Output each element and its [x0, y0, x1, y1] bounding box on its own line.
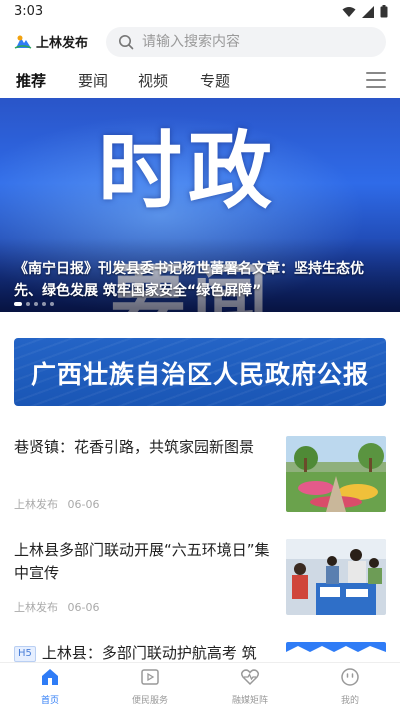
news-source: 上林发布 [14, 498, 58, 511]
play-square-icon [141, 669, 159, 685]
banner-caption[interactable]: 《南宁日报》刊发县委书记杨世蕾署名文章：坚持生态优先、绿色发展 筑牢国家安全“绿… [14, 258, 388, 302]
battery-icon [380, 5, 388, 18]
home-icon [42, 669, 58, 685]
news-item[interactable]: H5 上林县：多部门联动护航高考 筑 [14, 642, 386, 662]
top-bar: 上林发布 [0, 24, 400, 60]
search-bar[interactable] [106, 27, 386, 57]
nav-media-matrix[interactable]: 融媒矩阵 [200, 663, 300, 712]
news-meta: 上林发布 06-06 [14, 599, 99, 615]
nav-home[interactable]: 首页 [0, 663, 100, 712]
nav-services[interactable]: 便民服务 [100, 663, 200, 712]
carousel-dot [14, 302, 22, 306]
news-thumbnail [286, 642, 386, 662]
news-meta: 上林发布 06-06 [14, 496, 99, 512]
search-icon [119, 35, 134, 50]
signal-icon [362, 5, 374, 18]
status-time: 3:03 [14, 4, 44, 19]
carousel-dot [42, 302, 46, 306]
h5-badge: H5 [14, 646, 36, 662]
garden-photo [286, 436, 386, 512]
news-date: 06-06 [67, 601, 100, 614]
menu-line-icon [366, 86, 386, 88]
news-title-text: 上林县：多部门联动护航高考 筑 [41, 644, 257, 662]
search-input[interactable] [142, 32, 372, 52]
exam-poster-image [286, 642, 386, 662]
nav-profile[interactable]: 我的 [300, 663, 400, 712]
menu-line-icon [366, 72, 386, 74]
news-item[interactable]: 巷贤镇：花香引路，共筑家园新图景 上林发布 06-06 [14, 436, 386, 512]
heart-pulse-icon [240, 669, 260, 686]
news-title: 上林县多部门联动开展“六五环境日”集中宣传 [14, 541, 270, 582]
menu-line-icon [366, 79, 386, 81]
smile-face-icon [341, 668, 359, 686]
logo-text: 上林发布 [36, 36, 89, 51]
status-icons [342, 5, 388, 18]
tab-headlines[interactable]: 要闻 [78, 70, 108, 91]
carousel-indicator [14, 302, 54, 306]
news-source: 上林发布 [14, 601, 58, 614]
carousel-dot [26, 302, 30, 306]
status-bar: 3:03 [0, 0, 400, 24]
tab-video[interactable]: 视频 [138, 70, 168, 91]
nav-label: 融媒矩阵 [231, 696, 268, 706]
gazette-banner[interactable]: 广西壮族自治区人民政府公报 [14, 338, 386, 406]
bottom-nav: 首页 便民服务 融媒矩阵 我的 [0, 662, 400, 712]
content-list: 广西壮族自治区人民政府公报 巷贤镇：花香引路，共筑家园新图景 上林发布 06-0… [0, 318, 400, 662]
wifi-icon [342, 6, 356, 17]
event-photo [286, 539, 386, 615]
nav-label: 便民服务 [131, 696, 168, 706]
nav-label: 我的 [340, 696, 359, 706]
news-title: 巷贤镇：花香引路，共筑家园新图景 [14, 438, 255, 456]
news-date: 06-06 [67, 498, 100, 511]
nav-label: 首页 [40, 696, 59, 706]
news-thumbnail [286, 539, 386, 615]
banner-image-text-top: 时政 [98, 122, 279, 220]
carousel-dot [50, 302, 54, 306]
logo-mark-icon [14, 35, 32, 49]
channel-menu-button[interactable] [366, 72, 386, 88]
news-thumbnail [286, 436, 386, 512]
carousel-dot [34, 302, 38, 306]
tab-topics[interactable]: 专题 [200, 70, 230, 91]
news-title: H5 上林县：多部门联动护航高考 筑 [14, 642, 276, 662]
tab-recommend[interactable]: 推荐 [16, 70, 46, 91]
app-logo[interactable]: 上林发布 [14, 32, 88, 51]
news-item[interactable]: 上林县多部门联动开展“六五环境日”集中宣传 上林发布 06-06 [14, 539, 386, 615]
channel-tabs: 推荐 要闻 视频 专题 [0, 62, 400, 98]
gazette-title: 广西壮族自治区人民政府公报 [30, 360, 369, 389]
